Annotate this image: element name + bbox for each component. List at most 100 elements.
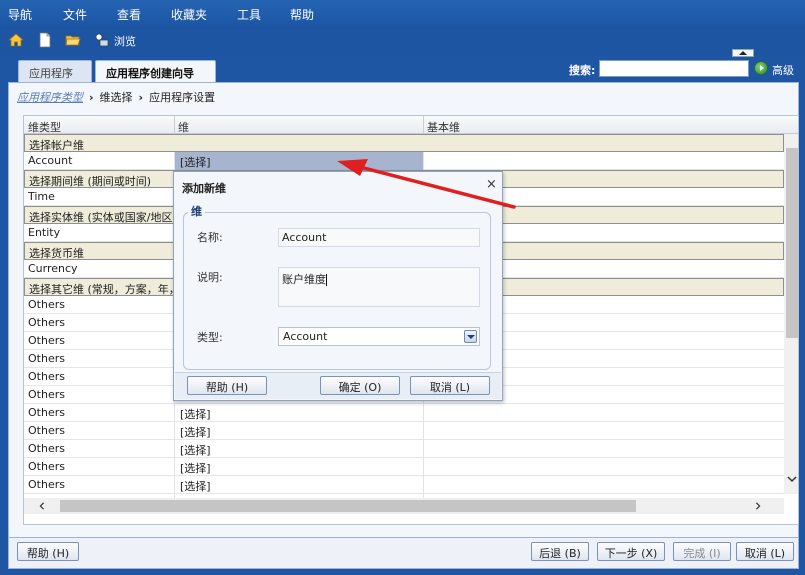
advanced-search-link[interactable]: 高级 [772, 62, 794, 78]
cell-divider [423, 152, 424, 170]
table-row[interactable]: Others [选择] [24, 422, 784, 440]
collapse-toggle-icon[interactable] [732, 49, 754, 57]
cell-dimension-type: Time [28, 190, 55, 203]
cell-dimension-select[interactable]: [选择] [180, 154, 420, 170]
breadcrumb: 应用程序类型 › 维选择 › 应用程序设置 [17, 89, 215, 105]
menu-tools[interactable]: 工具 [237, 6, 261, 23]
browse-icon[interactable] [94, 32, 110, 48]
cell-dimension-type: Others [28, 316, 65, 329]
back-button[interactable]: 后退 (B) [531, 542, 589, 561]
cell-dimension-type: Others [28, 334, 65, 347]
column-divider[interactable] [174, 116, 175, 134]
breadcrumb-step-settings: 应用程序设置 [149, 91, 216, 104]
wizard-footer: 帮助 (H) 后退 (B) 下一步 (X) 完成 (I) 取消 (L) [8, 538, 799, 569]
table-row[interactable]: Others [选择] [24, 476, 784, 494]
finish-button[interactable]: 完成 (I) [673, 542, 731, 561]
cell-dimension-type: Others [28, 460, 65, 473]
table-row[interactable]: Others [选择] [24, 440, 784, 458]
name-field[interactable]: Account [278, 228, 480, 247]
description-text: 账户维度 [282, 273, 326, 286]
search-label: 搜索: [569, 64, 596, 77]
open-folder-icon[interactable] [65, 32, 81, 48]
cell-divider [423, 422, 424, 440]
table-row[interactable]: Others [选择] [24, 404, 784, 422]
menu-help[interactable]: 帮助 [290, 6, 314, 23]
description-label: 说明: [197, 271, 223, 284]
dialog-cancel-button[interactable]: 取消 (L) [410, 376, 490, 395]
cell-dimension-type: Others [28, 478, 65, 491]
chevron-down-icon[interactable] [787, 474, 797, 484]
home-icon[interactable] [7, 32, 25, 48]
cell-dimension-type: Others [28, 424, 65, 437]
type-label: 类型: [197, 331, 223, 344]
dialog-footer: 帮助 (H) 确定 (O) 取消 (L) [175, 372, 501, 399]
group-header-row[interactable]: 选择帐户维 [24, 134, 784, 152]
dialog-help-button[interactable]: 帮助 (H) [187, 376, 267, 395]
cell-dimension-type: 选择实体维 (实体或国家/地区) [29, 211, 177, 224]
cell-dimension-type: Others [28, 442, 65, 455]
group-legend: 维 [188, 203, 205, 219]
table-row[interactable]: Others [选择] [24, 458, 784, 476]
breadcrumb-step-dimensions: 维选择 [99, 91, 133, 104]
cell-divider [423, 404, 424, 422]
cell-dimension-type: Others [28, 352, 65, 365]
scroll-thumb[interactable] [60, 500, 636, 512]
dialog-ok-button[interactable]: 确定 (O) [320, 376, 400, 395]
description-field[interactable]: 账户维度 [278, 267, 480, 307]
cell-divider [423, 440, 424, 458]
cancel-button[interactable]: 取消 (L) [736, 542, 794, 561]
col-header-dimension[interactable]: 维 [178, 119, 189, 135]
menu-file[interactable]: 文件 [63, 6, 87, 23]
breadcrumb-step-app-type[interactable]: 应用程序类型 [17, 91, 83, 104]
tab-label: 应用程序创建向导 [106, 67, 194, 80]
column-divider[interactable] [423, 116, 424, 134]
cell-dimension-type: 选择货币维 [29, 247, 84, 260]
chevron-right-icon: › [89, 91, 94, 104]
chevron-down-icon[interactable] [464, 330, 477, 343]
menu-view[interactable]: 查看 [117, 6, 141, 23]
cell-dimension-type: Entity [28, 226, 61, 239]
search-input[interactable] [599, 60, 749, 77]
cell-divider [423, 476, 424, 494]
cell-dimension-select[interactable]: [选择] [180, 406, 420, 422]
cell-dimension-type: 选择期间维 (期间或时间) [29, 175, 152, 188]
cell-dimension-select[interactable]: [选择] [180, 442, 420, 458]
toolbar: 浏览 [0, 26, 805, 56]
chevron-left-icon[interactable] [38, 502, 46, 510]
menu-favorites[interactable]: 收藏夹 [171, 6, 207, 23]
search-go-icon[interactable] [754, 61, 768, 75]
cell-dimension-type: Account [28, 154, 73, 167]
vertical-scrollbar[interactable] [784, 134, 798, 494]
name-label: 名称: [197, 231, 223, 244]
help-button[interactable]: 帮助 (H) [17, 542, 79, 561]
cell-dimension-select[interactable]: [选择] [180, 478, 420, 494]
tab-app-library[interactable]: 应用程序库 [18, 60, 92, 96]
cell-dimension-type: Others [28, 406, 65, 419]
tab-app-wizard[interactable]: 应用程序创建向导× [95, 60, 216, 94]
cell-dimension-select[interactable]: [选择] [180, 460, 420, 476]
next-button[interactable]: 下一步 (X) [597, 542, 665, 561]
table-row[interactable]: Account [选择] [24, 152, 784, 170]
new-document-icon[interactable] [37, 32, 53, 48]
cell-dimension-type: Others [28, 388, 65, 401]
menu-bar: 导航 文件 查看 收藏夹 工具 帮助 [0, 0, 805, 26]
text-caret [326, 274, 327, 286]
chevron-right-icon[interactable] [754, 502, 762, 510]
cell-dimension-select[interactable]: [选择] [180, 424, 420, 440]
cell-divider [423, 458, 424, 476]
type-select[interactable]: Account [278, 327, 480, 346]
col-header-type[interactable]: 维类型 [28, 119, 61, 135]
grid-header: 维类型 维 基本维 [24, 116, 798, 135]
type-selected-value: Account [283, 330, 328, 343]
cell-dimension-type: Currency [28, 262, 78, 275]
chevron-right-icon: › [138, 91, 144, 104]
close-icon[interactable]: × [486, 177, 497, 192]
horizontal-scrollbar[interactable] [24, 498, 784, 514]
cell-dimension-type: 选择其它维 (常规，方案，年， [29, 283, 177, 296]
scroll-thumb[interactable] [786, 148, 798, 338]
cell-dimension-type: 选择帐户维 [29, 139, 84, 152]
dialog-title: 添加新维 [182, 182, 226, 195]
browse-label[interactable]: 浏览 [114, 33, 136, 49]
menu-navigate[interactable]: 导航 [8, 6, 32, 23]
col-header-base[interactable]: 基本维 [427, 119, 460, 135]
